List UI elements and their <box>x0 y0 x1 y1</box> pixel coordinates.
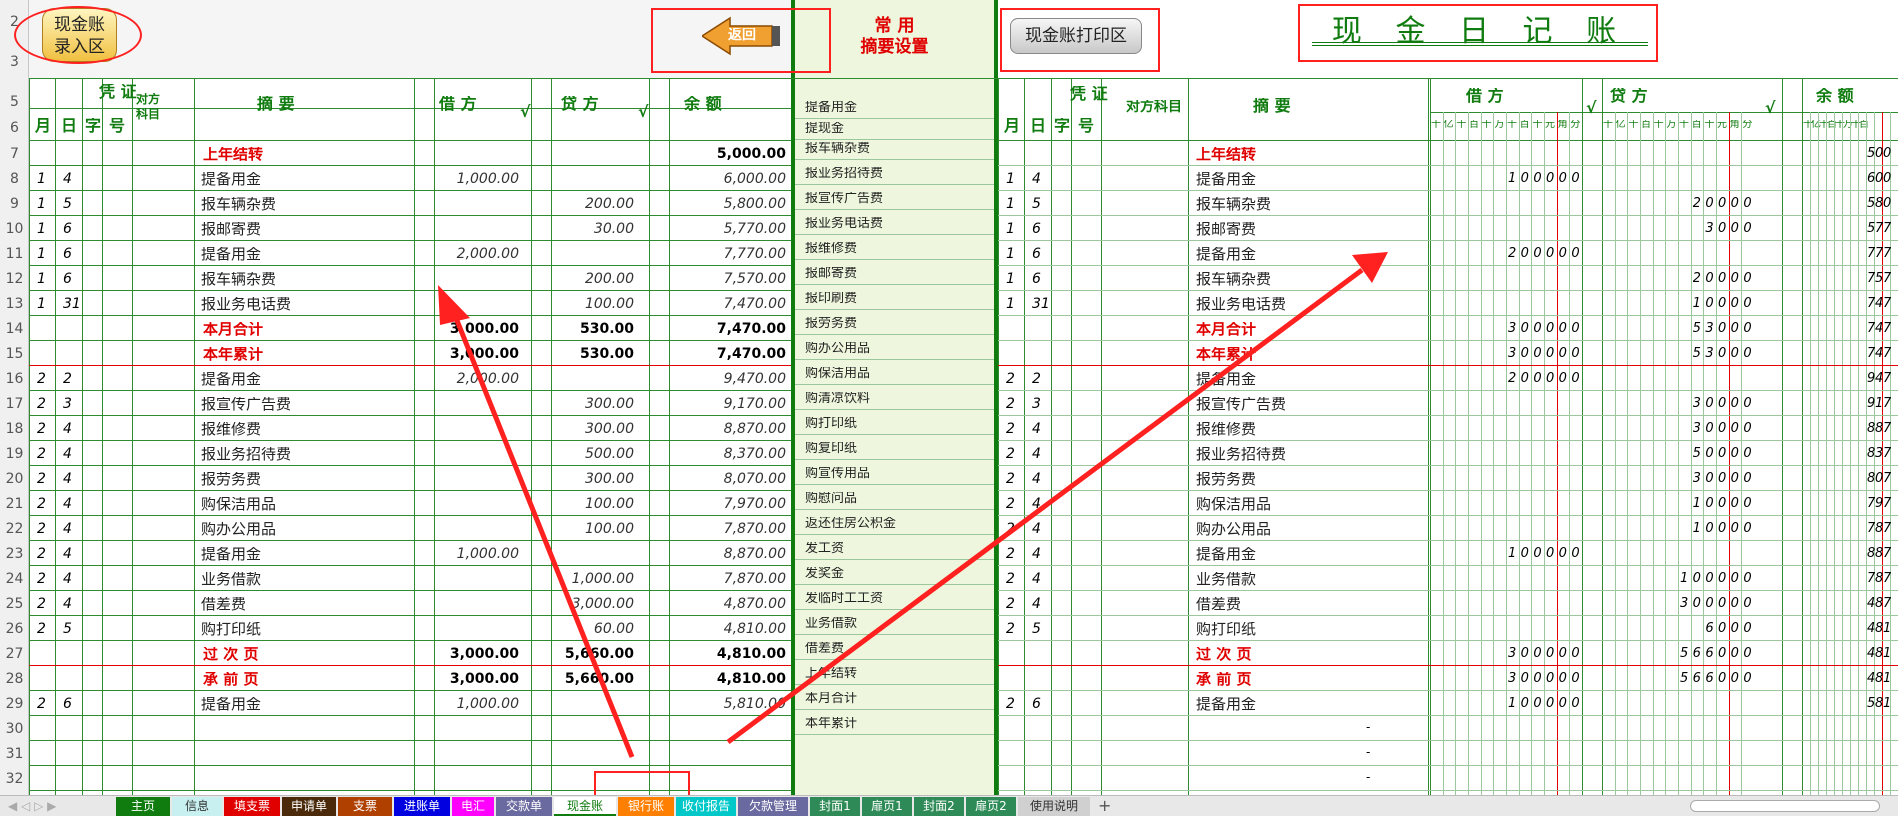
arrow-right-line <box>726 267 1364 745</box>
arrow-left-line <box>449 307 635 758</box>
tab-6[interactable]: 进账单 <box>394 797 450 816</box>
tab-13[interactable]: 封面1 <box>810 797 860 816</box>
annotation-arrows <box>438 252 1388 758</box>
arrow-right-head <box>1352 252 1388 283</box>
tab-5[interactable]: 支票 <box>338 797 392 816</box>
tab-15[interactable]: 封面2 <box>914 797 964 816</box>
horizontal-scrollbar[interactable] <box>1690 800 1880 812</box>
sheet-tab-bar: ◀ ◁ ▷ ▶ 主页 信息 填支票 申请单 支票 进账单 电汇 交款单 现金账 银行账 收付报告 欠款… <box>0 795 1898 816</box>
tab-8[interactable]: 交款单 <box>496 797 552 816</box>
tab-9[interactable]: 现金账 <box>554 797 616 816</box>
tab-10[interactable]: 银行账 <box>618 797 674 816</box>
tab-14[interactable]: 扉页1 <box>862 797 912 816</box>
tab-16[interactable]: 扉页2 <box>966 797 1016 816</box>
tab-12[interactable]: 欠款管理 <box>738 797 808 816</box>
tab-3[interactable]: 填支票 <box>224 797 280 816</box>
tab-2[interactable]: 信息 <box>172 797 222 816</box>
tab-1[interactable]: 主页 <box>116 797 170 816</box>
tab-11[interactable]: 收付报告 <box>676 797 736 816</box>
arrow-left-head <box>438 285 470 325</box>
tab-7[interactable]: 电汇 <box>452 797 494 816</box>
add-sheet-button[interactable]: + <box>1098 797 1111 815</box>
tab-17[interactable]: 使用说明 <box>1018 797 1090 816</box>
tab-4[interactable]: 申请单 <box>282 797 336 816</box>
tab-nav-arrows[interactable]: ◀ ◁ ▷ ▶ <box>8 800 56 812</box>
